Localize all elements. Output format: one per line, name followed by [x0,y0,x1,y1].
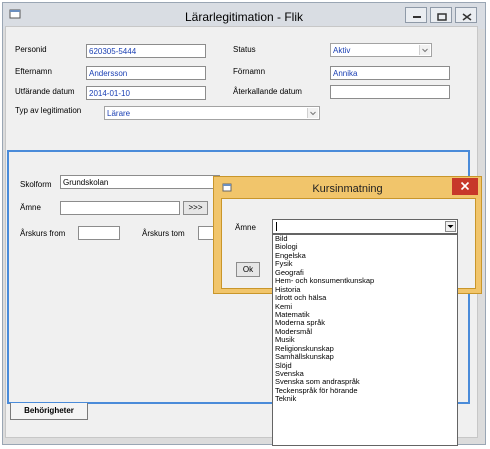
minimize-icon [413,16,421,18]
minimize-button[interactable] [405,7,427,23]
ok-button[interactable]: Ok [236,262,260,277]
dialog-title: Kursinmatning [312,183,383,195]
dropdown-option[interactable]: Engelska [273,251,457,260]
chevron-down-icon[interactable] [445,221,456,232]
dialog-close-button[interactable] [452,178,478,195]
dropdown-option[interactable]: Modersmål [273,327,457,336]
close-icon [460,181,470,191]
dropdown-option[interactable]: Samhällskunskap [273,352,457,361]
typ-av-legitimation-label: Typ av legitimation [15,106,82,115]
chevron-down-icon [419,45,430,55]
personid-label: Personid [15,45,47,54]
arskurs-from-label: Årskurs from [20,229,66,238]
efternamn-field[interactable]: Andersson [86,66,206,80]
close-button[interactable] [455,7,477,23]
maximize-icon [437,13,447,21]
dropdown-option[interactable]: Teknik [273,394,457,403]
skolform-field[interactable]: Grundskolan [60,175,220,189]
aterkallande-datum-field[interactable] [330,85,450,99]
dropdown-option[interactable]: Teckenspråk för hörande [273,386,457,395]
utfardande-datum-field[interactable]: 2014-01-10 [86,86,206,100]
dialog-amne-combo[interactable] [272,219,458,234]
amne-label: Ämne [20,203,41,212]
typ-av-legitimation-combo[interactable]: Lärare [104,106,320,120]
maximize-button[interactable] [430,7,452,23]
utfardande-datum-label: Utfärande datum [15,87,75,96]
skolform-label: Skolform [20,180,52,189]
status-label: Status [233,45,256,54]
fornamn-label: Förnamn [233,67,266,76]
arskurs-tom-label: Årskurs tom [142,229,185,238]
chevron-down-icon [307,108,318,118]
tab-behorigheter[interactable]: Behörigheter [10,403,88,420]
dropdown-option[interactable]: Idrott och hälsa [273,293,457,302]
aterkallande-datum-label: Återkallande datum [233,87,302,96]
personid-field[interactable]: 620305-5444 [86,44,206,58]
typ-av-legitimation-value: Lärare [107,109,131,118]
status-combo[interactable]: Aktiv [330,43,432,57]
close-icon [462,13,472,21]
amne-field[interactable] [60,201,180,215]
text-caret [276,222,277,231]
fornamn-field[interactable]: Annika [330,66,450,80]
efternamn-label: Efternamn [15,67,52,76]
dropdown-option[interactable]: Bild [273,234,457,243]
amne-select-button[interactable]: >>> [183,201,208,215]
dropdown-option[interactable]: Hem- och konsumentkunskap [273,276,457,285]
status-value: Aktiv [333,46,351,55]
dialog-amne-label: Ämne [235,223,256,232]
amne-dropdown-list[interactable]: Bild Biologi Engelska Fysik Geografi Hem- och… [272,234,458,446]
arskurs-from-field[interactable] [78,226,120,240]
